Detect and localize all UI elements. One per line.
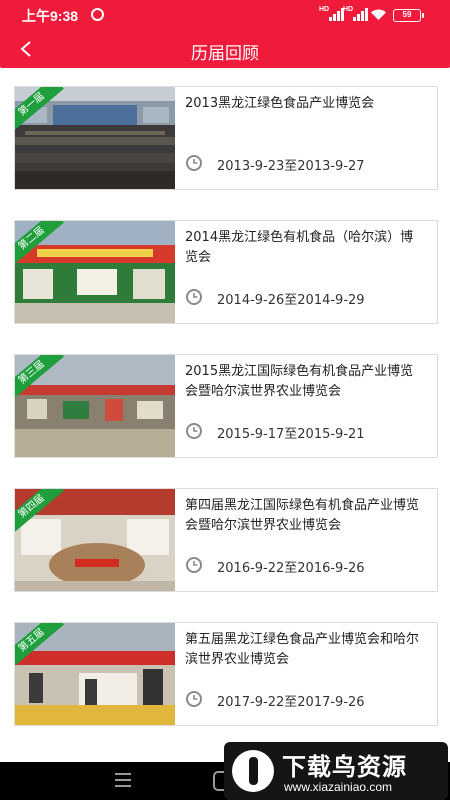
wifi-icon bbox=[370, 9, 387, 21]
network-label-2: HD bbox=[343, 6, 354, 13]
event-title: 2014黑龙江绿色有机食品（哈尔滨）博览会 bbox=[185, 230, 414, 265]
status-time: 上午9:38 bbox=[22, 8, 79, 24]
event-card[interactable]: 第五届 第五届黑龙江绿色食品产业博览会和哈尔滨世界农业博览会 2017-9-22… bbox=[14, 622, 438, 726]
clock-icon bbox=[185, 288, 203, 306]
event-thumbnail: 第四届 bbox=[15, 489, 175, 591]
watermark-url: www.xiazainiao.com bbox=[284, 780, 393, 794]
clock-icon bbox=[185, 556, 203, 574]
event-thumbnail: 第五届 bbox=[15, 623, 175, 725]
status-bar: 上午9:38 HD HD 59 bbox=[0, 0, 450, 30]
page-title: 历届回顾 bbox=[191, 44, 259, 64]
event-title: 2015黑龙江国际绿色有机食品产业博览会暨哈尔滨世界农业博览会 bbox=[185, 364, 414, 399]
event-card[interactable]: 第二届 2014黑龙江绿色有机食品（哈尔滨）博览会 2014-9-26至2014… bbox=[14, 220, 438, 324]
event-card[interactable]: 第一届 2013黑龙江绿色食品产业博览会 2013-9-23至2013-9-27 bbox=[14, 86, 438, 190]
event-date: 2016-9-22至2016-9-26 bbox=[217, 561, 365, 576]
watermark: 下载鸟资源 www.xiazainiao.com bbox=[224, 742, 448, 800]
event-date: 2017-9-22至2017-9-26 bbox=[217, 695, 365, 710]
event-title: 第四届黑龙江国际绿色有机食品产业博览会暨哈尔滨世界农业博览会 bbox=[185, 498, 420, 533]
event-thumbnail: 第三届 bbox=[15, 355, 175, 457]
event-title: 第五届黑龙江绿色食品产业博览会和哈尔滨世界农业博览会 bbox=[185, 632, 420, 667]
watermark-logo bbox=[232, 750, 274, 792]
clock-icon bbox=[185, 154, 203, 172]
signal-icon-2 bbox=[353, 8, 368, 21]
event-card[interactable]: 第四届 第四届黑龙江国际绿色有机食品产业博览会暨哈尔滨世界农业博览会 2016-… bbox=[14, 488, 438, 592]
menu-icon[interactable] bbox=[115, 773, 131, 787]
event-date: 2013-9-23至2013-9-27 bbox=[217, 159, 365, 174]
battery-icon: 59 bbox=[393, 9, 424, 22]
signal-icon-1 bbox=[329, 8, 344, 21]
event-date: 2015-9-17至2015-9-21 bbox=[217, 427, 365, 442]
network-label-1: HD bbox=[319, 6, 330, 13]
alarm-icon bbox=[91, 8, 104, 21]
event-card[interactable]: 第三届 2015黑龙江国际绿色有机食品产业博览会暨哈尔滨世界农业博览会 2015… bbox=[14, 354, 438, 458]
app-header: 历届回顾 bbox=[0, 30, 450, 68]
event-thumbnail: 第一届 bbox=[15, 87, 175, 189]
event-thumbnail: 第二届 bbox=[15, 221, 175, 323]
event-date: 2014-9-26至2014-9-29 bbox=[217, 293, 365, 308]
clock-icon bbox=[185, 422, 203, 440]
clock-icon bbox=[185, 690, 203, 708]
watermark-title: 下载鸟资源 bbox=[282, 753, 407, 781]
event-title: 2013黑龙江绿色食品产业博览会 bbox=[185, 96, 375, 111]
